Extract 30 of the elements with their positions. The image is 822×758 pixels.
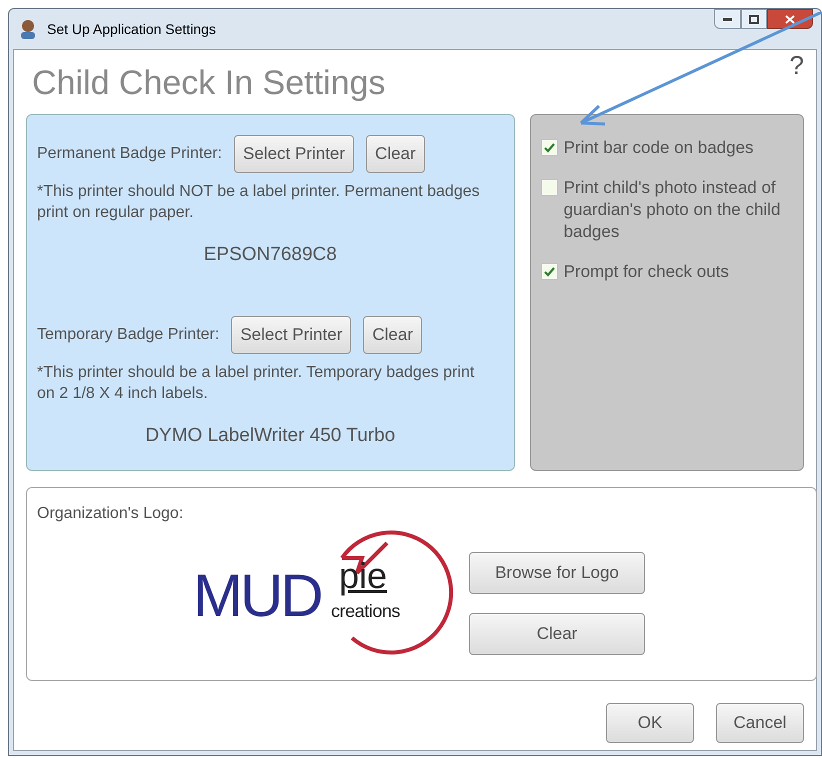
printer-label: Permanent Badge Printer:	[37, 144, 222, 164]
page-heading: Child Check In Settings	[31, 63, 386, 104]
maximize-icon	[749, 14, 759, 24]
checkbox[interactable]	[540, 179, 558, 196]
clear-button[interactable]: Clear	[363, 316, 422, 354]
option-label: Prompt for check outs	[564, 261, 730, 283]
ok-button[interactable]: OK	[606, 703, 694, 743]
close-icon	[785, 14, 795, 24]
checkbox[interactable]	[540, 263, 558, 280]
cancel-button[interactable]: Cancel	[716, 703, 804, 743]
option-label: Print bar code on badges	[564, 137, 755, 159]
printer-note: *This printer should NOT be a label printer. Permanent badges print on regular paper.	[37, 182, 481, 223]
printer-note: *This printer should be a label printer. Temporary badges print on 2 1/8 X 4 inch labels.	[37, 362, 476, 404]
clear-logo-button[interactable]: Clear	[469, 613, 645, 655]
section-label: Organization's Logo:	[37, 505, 184, 522]
browse-logo-button[interactable]: Browse for Logo	[469, 552, 645, 594]
printer-name: EPSON7689C8	[202, 243, 338, 267]
select-printer-button[interactable]: Select Printer	[234, 135, 354, 173]
window-title: Set Up Application Settings	[47, 20, 216, 39]
minimize-icon	[723, 18, 732, 20]
maximize-button[interactable]	[741, 9, 767, 29]
help-button[interactable]: ?	[790, 50, 804, 78]
checkbox[interactable]	[540, 139, 558, 156]
clear-button[interactable]: Clear	[366, 135, 425, 173]
minimize-button[interactable]	[714, 9, 741, 29]
select-printer-button[interactable]: Select Printer	[231, 316, 352, 354]
close-button[interactable]	[767, 9, 813, 29]
printer-name: DYMO LabelWriter 450 Turbo	[144, 424, 396, 448]
option-label: Print child's photo instead of guardian's photo on the child badges	[564, 177, 782, 243]
printer-label: Temporary Badge Printer:	[37, 324, 220, 344]
